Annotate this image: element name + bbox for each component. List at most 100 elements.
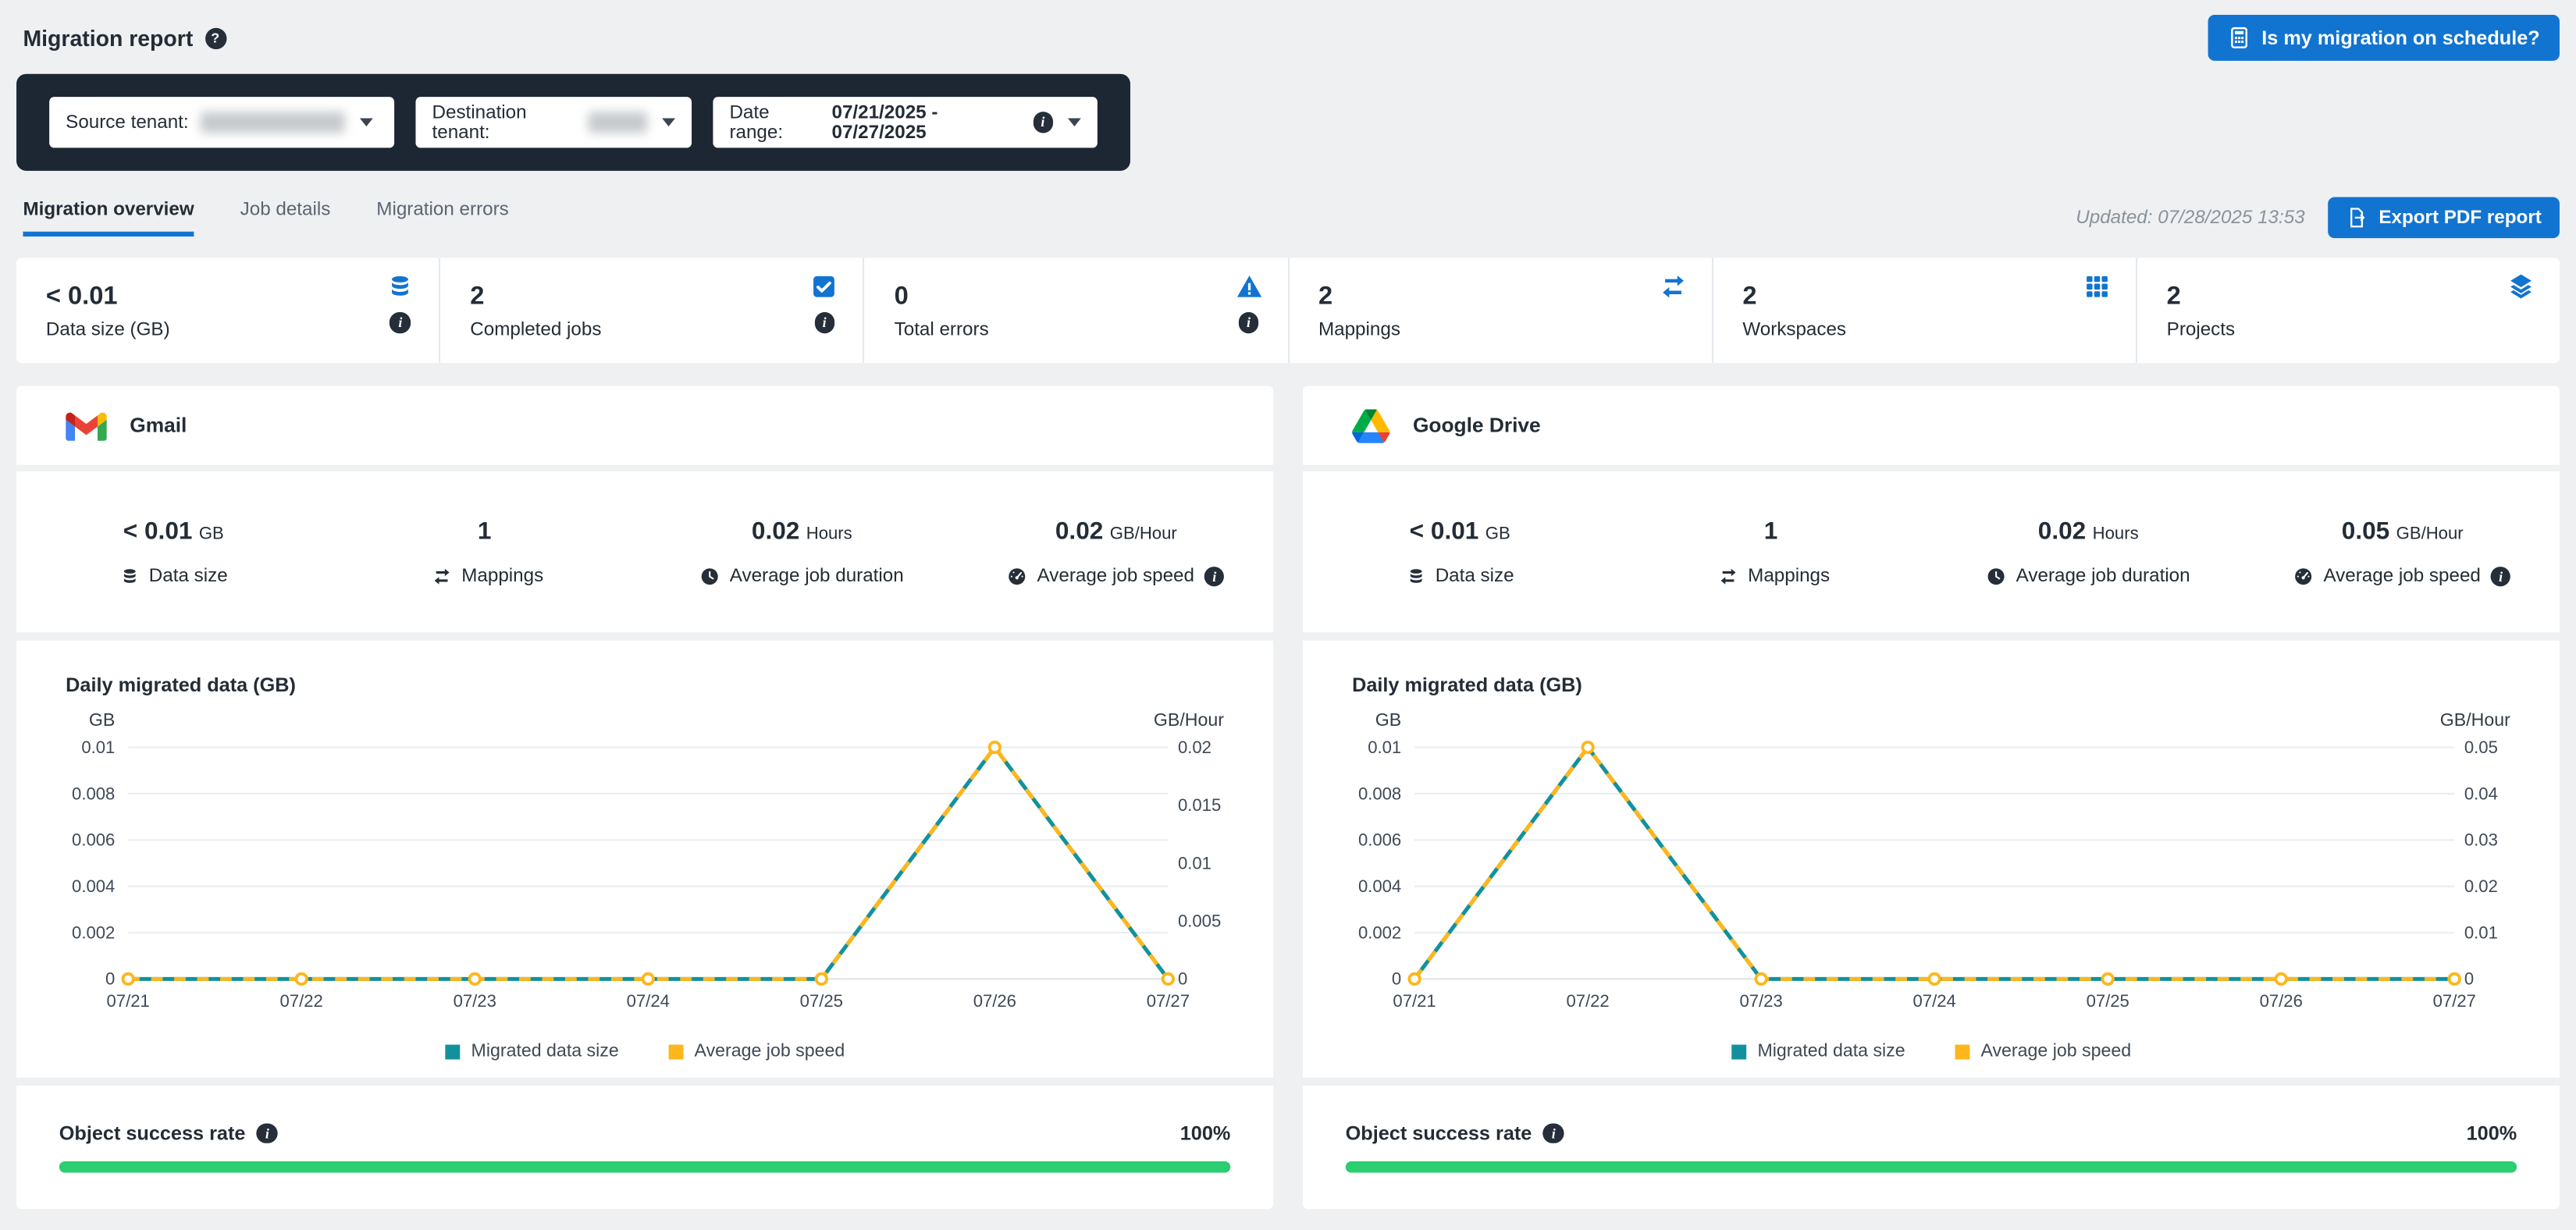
stat-label: Total errors	[895, 319, 1287, 339]
swap-icon	[1659, 272, 1687, 300]
tab-job-details[interactable]: Job details	[240, 200, 331, 236]
svg-text:0.002: 0.002	[72, 922, 115, 942]
database-icon	[386, 272, 415, 300]
stat-value: 2	[1318, 282, 1711, 311]
legend-swatch-teal	[445, 1043, 460, 1058]
speedometer-icon	[2294, 567, 2314, 586]
google-drive-stats: < 0.01GB Data size 1 Mappings 0.02Hours …	[1303, 471, 2560, 632]
tab-migration-overview[interactable]: Migration overview	[23, 200, 194, 236]
destination-tenant-value-redacted	[587, 112, 647, 133]
info-icon[interactable]: i	[1543, 1123, 1564, 1143]
legend-label: Migrated data size	[471, 1041, 619, 1061]
tabs-right: Updated: 07/28/2025 13:53 Export PDF rep…	[2076, 197, 2560, 239]
chart-legend: Migrated data size Average job speed	[16, 1041, 1273, 1061]
help-icon[interactable]: ?	[205, 27, 226, 48]
svg-text:07/27: 07/27	[1147, 991, 1190, 1011]
svg-text:07/22: 07/22	[280, 991, 323, 1011]
service-name: Google Drive	[1413, 414, 1541, 436]
mini-stat-label: Average job duration	[730, 567, 904, 586]
svg-text:0.015: 0.015	[1178, 795, 1221, 815]
stat-mappings: 2 Mappings	[1289, 258, 1713, 363]
tab-migration-errors[interactable]: Migration errors	[376, 200, 508, 236]
destination-tenant-dropdown[interactable]: Destination tenant:	[415, 97, 692, 148]
svg-text:0.004: 0.004	[1358, 876, 1401, 896]
chart-title: Daily migrated data (GB)	[16, 674, 1273, 696]
info-icon[interactable]: i	[1033, 112, 1053, 133]
service-name: Gmail	[130, 414, 187, 436]
svg-text:0.005: 0.005	[1178, 912, 1221, 931]
stat-label: Workspaces	[1742, 319, 2135, 339]
legend-average-job-speed: Average job speed	[1955, 1041, 2131, 1061]
chart-title: Daily migrated data (GB)	[1303, 674, 2560, 696]
google-drive-success-section: Object success ratei 100%	[1303, 1086, 2560, 1209]
stat-value: 2	[1742, 282, 2135, 311]
svg-text:07/23: 07/23	[1740, 991, 1783, 1011]
chevron-down-icon	[662, 119, 675, 127]
info-icon[interactable]: i	[390, 312, 411, 332]
gmail-stats: < 0.01GB Data size 1 Mappings 0.02Hours …	[16, 471, 1273, 632]
schedule-button[interactable]: Is my migration on schedule?	[2208, 15, 2560, 61]
clock-icon	[700, 567, 720, 586]
filter-bar: Source tenant: Destination tenant: Date …	[16, 74, 1130, 171]
info-icon[interactable]: i	[1204, 567, 1225, 587]
mini-stat-avg-speed: 0.02GB/Hour Average job speedi	[959, 471, 1274, 632]
top-header: Migration report ? Is my migration on sc…	[0, 0, 2576, 61]
google-drive-chart-section: Daily migrated data (GB) 00.0020.0040.00…	[1303, 641, 2560, 1078]
info-icon[interactable]: i	[814, 312, 834, 332]
mini-stat-label: Mappings	[461, 567, 543, 586]
layers-icon	[2507, 272, 2535, 300]
tabs: Migration overview Job details Migration…	[23, 200, 508, 236]
source-tenant-label: Source tenant:	[66, 112, 188, 132]
success-rate-value: 100%	[2467, 1122, 2517, 1144]
svg-text:07/26: 07/26	[973, 991, 1016, 1011]
date-range-dropdown[interactable]: Date range: 07/21/2025 - 07/27/2025 i	[713, 97, 1097, 148]
mini-stat-avg-speed: 0.05GB/Hour Average job speedi	[2245, 471, 2560, 632]
svg-text:GB: GB	[1375, 709, 1401, 730]
info-icon[interactable]: i	[257, 1123, 277, 1143]
svg-text:07/23: 07/23	[454, 991, 496, 1011]
svg-text:0.006: 0.006	[72, 830, 115, 850]
mini-stat-avg-duration: 0.02Hours Average job duration	[1931, 471, 2246, 632]
gmail-logo-icon	[66, 410, 107, 441]
chevron-down-icon	[360, 119, 373, 127]
info-icon[interactable]: i	[2491, 567, 2511, 587]
tabs-row: Migration overview Job details Migration…	[23, 197, 2560, 239]
destination-tenant-label: Destination tenant:	[432, 103, 576, 143]
daily-migrated-data-chart: 00.0020.0040.0060.0080.0100.0050.010.015…	[16, 706, 1273, 1022]
legend-average-job-speed: Average job speed	[668, 1041, 845, 1061]
stat-label: Projects	[2167, 319, 2560, 339]
mini-stat-data-size: < 0.01GB Data size	[1303, 471, 1617, 632]
source-tenant-dropdown[interactable]: Source tenant:	[49, 97, 394, 148]
success-rate-bar-fill	[1346, 1161, 2517, 1173]
mini-stat-label: Average job speed	[1037, 567, 1194, 586]
mini-stat-label: Average job speed	[2323, 567, 2480, 586]
success-rate-bar	[1346, 1161, 2517, 1173]
page-title-text: Migration report	[23, 26, 193, 51]
mini-stat-data-size: < 0.01GB Data size	[16, 471, 331, 632]
date-range-label: Date range:	[729, 103, 820, 143]
stat-projects: 2 Projects	[2137, 258, 2560, 363]
mini-stat-value: 1	[478, 517, 492, 546]
stat-value: 2	[2167, 282, 2560, 311]
mini-stat-mappings: 1 Mappings	[1617, 471, 1931, 632]
mini-stat-label: Average job duration	[2016, 567, 2190, 586]
export-pdf-button[interactable]: Export PDF report	[2328, 197, 2560, 239]
legend-label: Average job speed	[695, 1041, 845, 1061]
chevron-down-icon	[1068, 119, 1081, 127]
daily-migrated-data-chart: 00.0020.0040.0060.0080.0100.010.020.030.…	[1303, 706, 2560, 1022]
warning-icon	[1235, 272, 1263, 300]
svg-text:0.05: 0.05	[2464, 738, 2498, 757]
svg-text:0.04: 0.04	[2464, 784, 2498, 803]
clock-icon	[1987, 567, 2006, 586]
svg-text:0.01: 0.01	[81, 738, 115, 757]
stat-label: Completed jobs	[470, 319, 863, 339]
mini-stat-label: Mappings	[1748, 567, 1830, 586]
svg-text:07/24: 07/24	[627, 991, 670, 1011]
migration-report-page: Migration report ? Is my migration on sc…	[0, 0, 2576, 1230]
info-icon[interactable]: i	[1238, 312, 1258, 332]
mini-stat-unit: Hours	[2093, 524, 2139, 543]
stat-value: 0	[895, 282, 1287, 311]
stat-total-errors: 0 Total errors i	[865, 258, 1289, 363]
source-tenant-value-redacted	[200, 112, 344, 133]
calculator-icon	[2227, 27, 2250, 49]
